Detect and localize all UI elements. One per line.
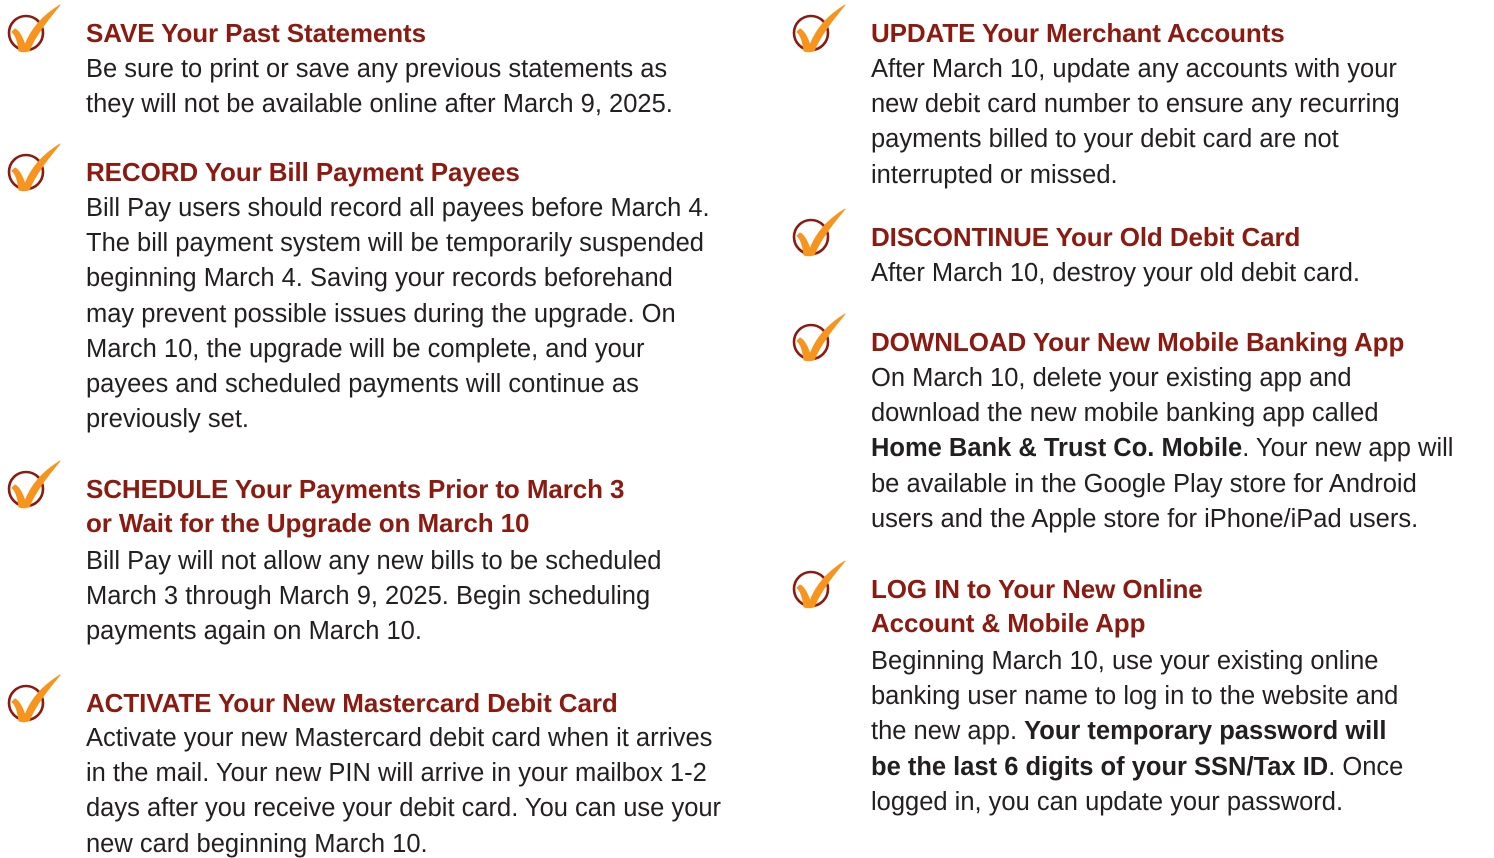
temporary-password-note: be the last 6 digits of your SSN/Tax ID	[871, 752, 1329, 781]
checkmark-circle-icon	[4, 2, 66, 54]
item-title: RECORD Your Bill Payment Payees	[86, 157, 520, 187]
checkmark-circle-icon	[4, 672, 66, 724]
item-title: UPDATE Your Merchant Accounts	[871, 18, 1285, 48]
item-description: Bill Pay users should record all payees …	[86, 194, 710, 434]
item-title: DISCONTINUE Your Old Debit Card	[871, 222, 1301, 252]
checkmark-circle-icon	[4, 141, 66, 193]
item-description: Beginning March 10, use your existing on…	[871, 647, 1404, 816]
item-description: After March 10, destroy your old debit c…	[871, 259, 1360, 287]
item-description: Bill Pay will not allow any new bills to…	[86, 547, 662, 646]
item-title: SAVE Your Past Statements	[86, 18, 426, 48]
checkmark-circle-icon	[789, 2, 851, 54]
checkmark-circle-icon	[4, 458, 66, 510]
item-title: LOG IN to Your New Online Account & Mobi…	[871, 574, 1203, 638]
item-description: Activate your new Mastercard debit card …	[86, 724, 722, 858]
app-name: Home Bank & Trust Co. Mobile	[871, 434, 1243, 463]
item-title: DOWNLOAD Your New Mobile Banking App	[871, 327, 1405, 357]
item-title: SCHEDULE Your Payments Prior to March 3 …	[86, 474, 625, 538]
item-title: ACTIVATE Your New Mastercard Debit Card	[86, 688, 618, 718]
item-description: After March 10, update any accounts with…	[871, 55, 1400, 189]
item-description: On March 10, delete your existing app an…	[871, 364, 1454, 533]
checkmark-circle-icon	[789, 206, 851, 258]
item-description: Be sure to print or save any previous st…	[86, 55, 673, 119]
temporary-password-note: Your temporary password will	[1024, 717, 1387, 746]
checkmark-circle-icon	[789, 311, 851, 363]
checkmark-circle-icon	[789, 558, 851, 610]
